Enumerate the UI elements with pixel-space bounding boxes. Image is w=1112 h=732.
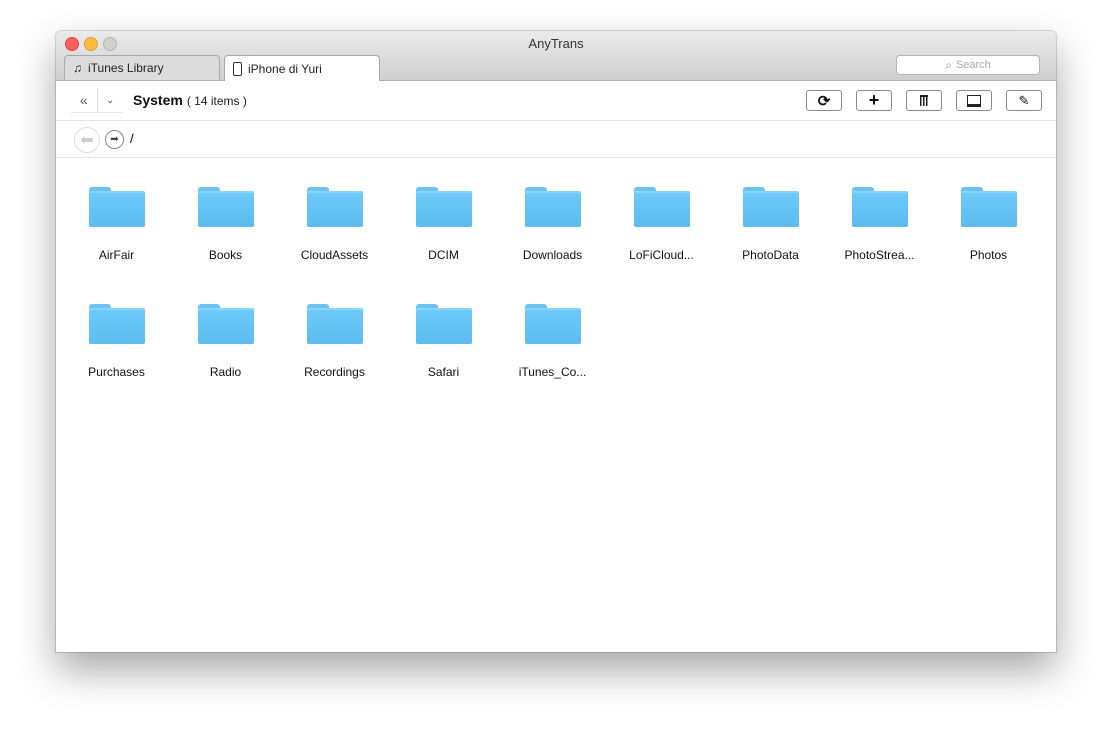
delete-button[interactable] <box>906 90 942 111</box>
folder-icon <box>415 304 472 344</box>
folder-item[interactable]: LoFiCloud... <box>607 176 716 293</box>
folder-label: AirFair <box>98 248 135 262</box>
folder-label: iTunes_Co... <box>518 365 587 379</box>
folder-icon <box>742 187 799 227</box>
monitor-icon <box>967 94 981 107</box>
folder-item[interactable]: Purchases <box>62 293 171 410</box>
folder-item[interactable]: Downloads <box>498 176 607 293</box>
search-input[interactable]: ⌕ Search <box>896 55 1040 75</box>
iphone-icon <box>233 61 242 76</box>
folder-label: Photos <box>969 248 1008 262</box>
trash-icon <box>920 95 928 106</box>
search-placeholder: Search <box>955 59 991 71</box>
folder-icon <box>197 187 254 227</box>
folder-label: Purchases <box>88 365 145 379</box>
folder-icon <box>851 187 908 227</box>
chevron-down-icon[interactable]: ⌄ <box>98 88 124 112</box>
folder-icon <box>88 304 145 344</box>
edit-button[interactable]: ✎ <box>1006 90 1042 111</box>
folder-label: LoFiCloud... <box>629 248 694 262</box>
folder-item[interactable]: PhotoStrea... <box>825 176 934 293</box>
folder-icon <box>88 187 145 227</box>
title-text: System <box>133 92 183 108</box>
folder-item[interactable]: Books <box>171 176 280 293</box>
collapse-sidebar-icon[interactable]: « <box>71 88 98 112</box>
refresh-icon: ⟳ <box>817 92 831 110</box>
arrow-right-icon: ➡ <box>110 134 119 145</box>
nav-group: « ⌄ <box>71 88 123 113</box>
folder-label: Recordings <box>304 365 365 379</box>
folder-item[interactable]: Photos <box>934 176 1043 293</box>
folder-item[interactable]: PhotoData <box>716 176 825 293</box>
tab-iphone[interactable]: iPhone di Yuri <box>224 55 380 81</box>
tab-label: iPhone di Yuri <box>248 61 322 76</box>
folder-icon <box>960 187 1017 227</box>
folder-item[interactable]: Recordings <box>280 293 389 410</box>
window-title: AnyTrans <box>528 36 584 51</box>
folder-icon <box>524 187 581 227</box>
folder-icon <box>633 187 690 227</box>
folder-icon <box>197 304 254 344</box>
folder-icon <box>306 304 363 344</box>
arrow-left-icon: ⬅ <box>80 132 94 149</box>
edit-icon: ✎ <box>1018 92 1030 108</box>
folder-label: DCIM <box>428 248 459 262</box>
folder-label: CloudAssets <box>300 248 369 262</box>
folder-label: Books <box>208 248 243 262</box>
folder-label: Radio <box>209 365 242 379</box>
forward-button[interactable]: ➡ <box>105 130 124 149</box>
folder-grid: AirFair Books CloudAssets DCIM Downloads LoFi… <box>62 176 1043 410</box>
folder-item[interactable]: AirFair <box>62 176 171 293</box>
add-button[interactable]: + <box>856 90 892 111</box>
search-icon: ⌕ <box>945 57 952 72</box>
folder-label: PhotoStrea... <box>844 248 915 262</box>
folder-label: Downloads <box>522 248 583 262</box>
plus-icon: + <box>868 90 880 110</box>
folder-item[interactable]: iTunes_Co... <box>498 293 607 410</box>
music-note-icon: ♫ <box>73 61 82 75</box>
path-bar: ⬅ ➡ / <box>56 121 1056 158</box>
toolbar: « ⌄ System( 14 items ) ⟳ + ✎ <box>56 81 1056 121</box>
refresh-button[interactable]: ⟳ <box>806 90 842 111</box>
item-count: ( 14 items ) <box>186 94 247 108</box>
page-title: System( 14 items ) <box>133 92 247 108</box>
title-bar: AnyTrans ♫ iTunes Library iPhone di Yuri … <box>56 31 1056 81</box>
folder-label: PhotoData <box>742 248 799 262</box>
tab-itunes-library[interactable]: ♫ iTunes Library <box>64 55 220 80</box>
path-text: / <box>130 131 134 146</box>
tab-label: iTunes Library <box>88 61 164 75</box>
folder-item[interactable]: Radio <box>171 293 280 410</box>
folder-item[interactable]: DCIM <box>389 176 498 293</box>
back-button[interactable]: ⬅ <box>74 127 100 153</box>
export-to-computer-button[interactable] <box>956 90 992 111</box>
app-window: AnyTrans ♫ iTunes Library iPhone di Yuri … <box>56 31 1056 652</box>
folder-item[interactable]: CloudAssets <box>280 176 389 293</box>
folder-label: Safari <box>427 365 460 379</box>
folder-icon <box>415 187 472 227</box>
folder-item[interactable]: Safari <box>389 293 498 410</box>
folder-icon <box>524 304 581 344</box>
folder-icon <box>306 187 363 227</box>
